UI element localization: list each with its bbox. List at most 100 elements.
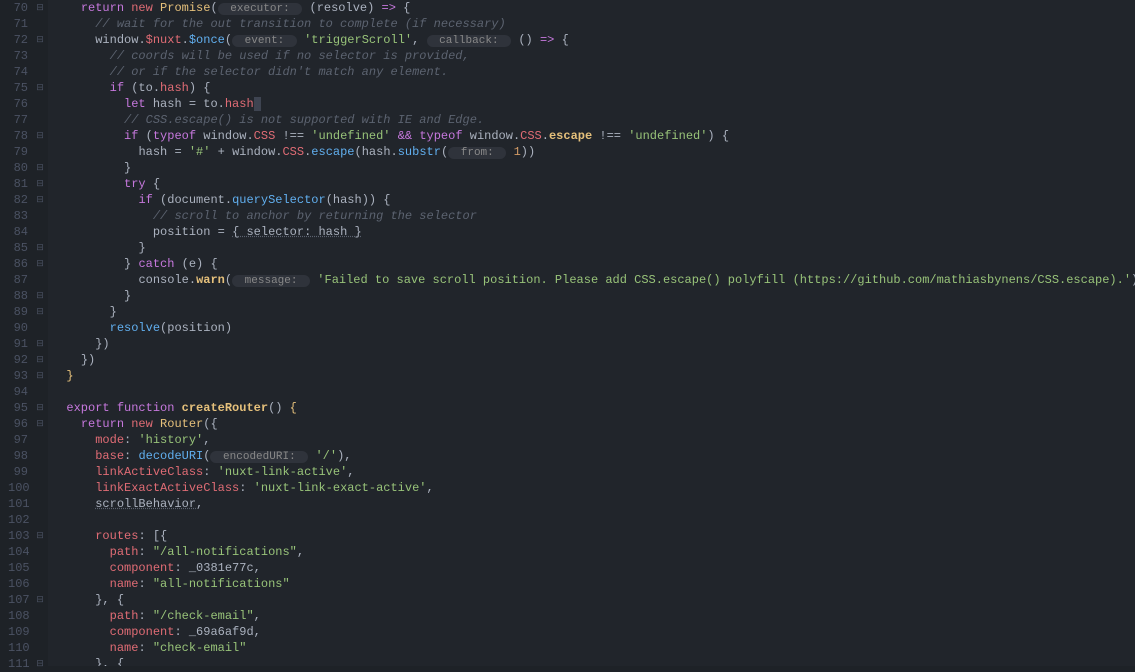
fold-marker[interactable]: ⊟ xyxy=(32,32,48,48)
fold-marker xyxy=(32,224,48,240)
code-line[interactable]: try { xyxy=(52,176,1135,192)
code-line[interactable]: resolve(position) xyxy=(52,320,1135,336)
code-line[interactable]: // wait for the out transition to comple… xyxy=(52,16,1135,32)
fold-marker[interactable]: ⊟ xyxy=(32,0,48,16)
fold-marker[interactable]: ⊟ xyxy=(32,528,48,544)
code-line[interactable]: } xyxy=(52,240,1135,256)
line-number: 72 xyxy=(8,32,28,48)
code-line[interactable] xyxy=(52,384,1135,400)
code-line[interactable]: export function createRouter() { xyxy=(52,400,1135,416)
line-number: 106 xyxy=(8,576,28,592)
fold-marker xyxy=(32,512,48,528)
code-line[interactable]: }, { xyxy=(52,656,1135,666)
line-number: 91 xyxy=(8,336,28,352)
fold-marker[interactable]: ⊟ xyxy=(32,416,48,432)
code-line[interactable]: if (document.querySelector(hash)) { xyxy=(52,192,1135,208)
code-line[interactable]: }, { xyxy=(52,592,1135,608)
code-line[interactable]: component: _69a6af9d, xyxy=(52,624,1135,640)
inlay-hint: executor: xyxy=(218,3,303,15)
fold-marker xyxy=(32,544,48,560)
code-line[interactable]: linkActiveClass: 'nuxt-link-active', xyxy=(52,464,1135,480)
line-number: 92 xyxy=(8,352,28,368)
line-number: 111 xyxy=(8,656,28,672)
code-line[interactable]: } xyxy=(52,368,1135,384)
code-line[interactable]: }) xyxy=(52,336,1135,352)
fold-marker[interactable]: ⊟ xyxy=(32,128,48,144)
fold-marker[interactable]: ⊟ xyxy=(32,352,48,368)
code-line[interactable]: // or if the selector didn't match any e… xyxy=(52,64,1135,80)
fold-marker xyxy=(32,272,48,288)
line-number: 110 xyxy=(8,640,28,656)
code-line[interactable]: }) xyxy=(52,352,1135,368)
fold-marker[interactable]: ⊟ xyxy=(32,256,48,272)
code-line[interactable]: path: "/all-notifications", xyxy=(52,544,1135,560)
line-number: 75 xyxy=(8,80,28,96)
fold-marker[interactable]: ⊟ xyxy=(32,336,48,352)
code-line[interactable]: return new Promise( executor: (resolve) … xyxy=(52,0,1135,16)
code-line[interactable]: return new Router({ xyxy=(52,416,1135,432)
fold-marker xyxy=(32,576,48,592)
fold-marker[interactable]: ⊟ xyxy=(32,160,48,176)
code-line[interactable]: } catch (e) { xyxy=(52,256,1135,272)
code-line[interactable]: } xyxy=(52,288,1135,304)
code-line[interactable]: name: "check-email" xyxy=(52,640,1135,656)
line-number: 84 xyxy=(8,224,28,240)
code-line[interactable]: if (to.hash) { xyxy=(52,80,1135,96)
line-number: 89 xyxy=(8,304,28,320)
fold-marker[interactable]: ⊟ xyxy=(32,240,48,256)
code-line[interactable]: path: "/check-email", xyxy=(52,608,1135,624)
fold-marker xyxy=(32,624,48,640)
line-number: 97 xyxy=(8,432,28,448)
line-number: 109 xyxy=(8,624,28,640)
fold-marker[interactable]: ⊟ xyxy=(32,656,48,672)
code-line[interactable]: component: _0381e77c, xyxy=(52,560,1135,576)
fold-marker xyxy=(32,496,48,512)
code-line[interactable]: mode: 'history', xyxy=(52,432,1135,448)
line-number: 95 xyxy=(8,400,28,416)
line-number: 79 xyxy=(8,144,28,160)
fold-column[interactable]: ⊟⊟⊟⊟⊟⊟⊟⊟⊟⊟⊟⊟⊟⊟⊟⊟⊟⊟⊟ xyxy=(32,0,48,666)
code-line[interactable]: } xyxy=(52,304,1135,320)
line-number: 87 xyxy=(8,272,28,288)
fold-marker[interactable]: ⊟ xyxy=(32,304,48,320)
line-number: 105 xyxy=(8,560,28,576)
code-line[interactable]: hash = '#' + window.CSS.escape(hash.subs… xyxy=(52,144,1135,160)
line-number: 71 xyxy=(8,16,28,32)
fold-marker xyxy=(32,16,48,32)
line-number: 90 xyxy=(8,320,28,336)
code-line[interactable]: routes: [{ xyxy=(52,528,1135,544)
code-line[interactable]: console.warn( message: 'Failed to save s… xyxy=(52,272,1135,288)
fold-marker[interactable]: ⊟ xyxy=(32,592,48,608)
code-line[interactable]: position = { selector: hash } xyxy=(52,224,1135,240)
line-number: 108 xyxy=(8,608,28,624)
fold-marker xyxy=(32,608,48,624)
fold-marker[interactable]: ⊟ xyxy=(32,400,48,416)
line-number: 70 xyxy=(8,0,28,16)
line-number-gutter: 7071727374757677787980818283848586878889… xyxy=(0,0,32,666)
code-line[interactable]: if (typeof window.CSS !== 'undefined' &&… xyxy=(52,128,1135,144)
code-line[interactable] xyxy=(52,512,1135,528)
code-line[interactable]: // coords will be used if no selector is… xyxy=(52,48,1135,64)
fold-marker[interactable]: ⊟ xyxy=(32,192,48,208)
line-number: 104 xyxy=(8,544,28,560)
fold-marker xyxy=(32,432,48,448)
code-line[interactable]: name: "all-notifications" xyxy=(52,576,1135,592)
code-editor[interactable]: 7071727374757677787980818283848586878889… xyxy=(0,0,1135,666)
fold-marker[interactable]: ⊟ xyxy=(32,368,48,384)
code-line[interactable]: // CSS.escape() is not supported with IE… xyxy=(52,112,1135,128)
code-line[interactable]: // scroll to anchor by returning the sel… xyxy=(52,208,1135,224)
fold-marker xyxy=(32,560,48,576)
code-line[interactable]: base: decodeURI( encodedURI: '/'), xyxy=(52,448,1135,464)
fold-marker xyxy=(32,96,48,112)
fold-marker[interactable]: ⊟ xyxy=(32,176,48,192)
fold-marker[interactable]: ⊟ xyxy=(32,80,48,96)
code-line[interactable]: scrollBehavior, xyxy=(52,496,1135,512)
code-line[interactable]: window.$nuxt.$once( event: 'triggerScrol… xyxy=(52,32,1135,48)
fold-marker xyxy=(32,320,48,336)
code-line[interactable]: let hash = to.hash xyxy=(52,96,1135,112)
code-line[interactable]: linkExactActiveClass: 'nuxt-link-exact-a… xyxy=(52,480,1135,496)
code-area[interactable]: return new Promise( executor: (resolve) … xyxy=(48,0,1135,666)
code-line[interactable]: } xyxy=(52,160,1135,176)
fold-marker[interactable]: ⊟ xyxy=(32,288,48,304)
line-number: 78 xyxy=(8,128,28,144)
